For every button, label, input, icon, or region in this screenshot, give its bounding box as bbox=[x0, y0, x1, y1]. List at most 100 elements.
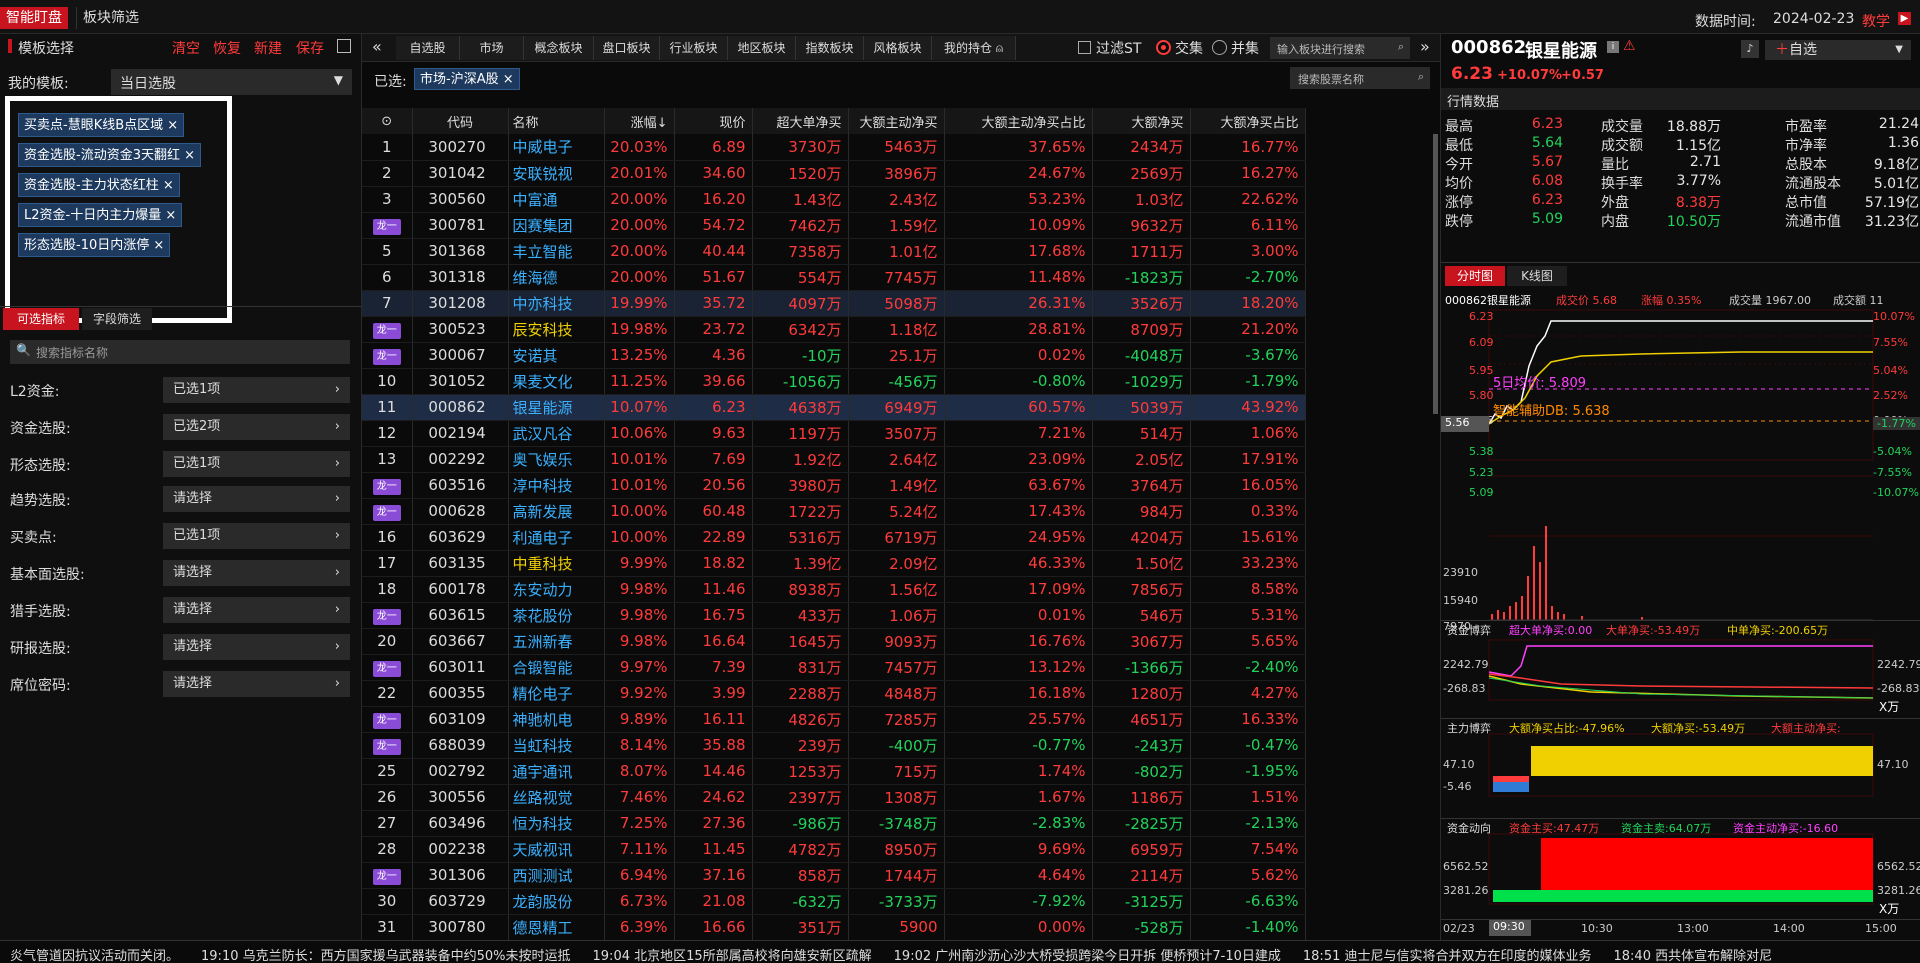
table-row[interactable]: 龙一 603109 神驰机电 9.89% 16.11 4826万 7285万 25.57% 46… bbox=[362, 706, 1306, 733]
filter-select[interactable]: 请选择 › bbox=[163, 486, 350, 512]
nav-handicap[interactable]: 盘口板块 bbox=[594, 36, 660, 60]
filter-research[interactable]: 研报选股: 请选择 › bbox=[0, 632, 362, 662]
share-icon[interactable] bbox=[337, 39, 351, 53]
nav-region[interactable]: 地区板块 bbox=[728, 36, 796, 60]
col-large-active-net-ratio[interactable]: 大额主动净买占比 bbox=[944, 108, 1093, 134]
table-row[interactable]: 3 300560 中富通 20.00% 16.20 1.43亿 2.43亿 53.23% 1.0… bbox=[362, 186, 1306, 213]
nav-market[interactable]: 市场 bbox=[460, 36, 524, 60]
filter-fundamental[interactable]: 基本面选股: 请选择 › bbox=[0, 558, 362, 588]
stock-search-input[interactable]: 搜索股票名称 ⌕ bbox=[1290, 67, 1430, 89]
table-row[interactable]: 13 002292 奥飞娱乐 10.01% 7.69 1.92亿 2.64亿 23.09% 2.… bbox=[362, 446, 1306, 473]
ticker-item[interactable]: 19:04 北京地区15所部属高校将向雄安新区疏解 bbox=[593, 949, 872, 963]
filter-select[interactable]: 已选2项 › bbox=[163, 414, 350, 440]
col-large-net-ratio[interactable]: 大额净买占比 bbox=[1190, 108, 1306, 134]
filter-buysell[interactable]: 买卖点: 已选1项 › bbox=[0, 521, 362, 551]
table-row[interactable]: 28 002238 天威视讯 7.11% 11.45 4782万 8950万 9.69% 695… bbox=[362, 836, 1306, 863]
bell-icon[interactable]: ♪ bbox=[1741, 40, 1759, 58]
filter-hunter[interactable]: 猎手选股: 请选择 › bbox=[0, 595, 362, 625]
restore-button[interactable]: 恢复 bbox=[213, 38, 241, 58]
filter-trend[interactable]: 趋势选股: 请选择 › bbox=[0, 484, 362, 514]
ticker-item[interactable]: 19:10 乌克兰防长：西方国家援乌武器装备中约50%未按时运抵 bbox=[201, 949, 571, 963]
chip-4[interactable]: L2资金-十日内主力爆量 × bbox=[18, 203, 183, 227]
table-row[interactable]: 12 002194 武汉凡谷 10.06% 9.63 1197万 3507万 7.21% 514… bbox=[362, 420, 1306, 447]
filter-pattern[interactable]: 形态选股: 已选1项 › bbox=[0, 449, 362, 479]
teach-icon[interactable]: ▶ bbox=[1898, 12, 1911, 25]
table-row[interactable]: 龙一 603011 合锻智能 9.97% 7.39 831万 7457万 13.12% -136… bbox=[362, 654, 1306, 681]
table-row[interactable]: 龙一 300067 安诺其 13.25% 4.36 -10万 25.1万 0.02% -4048… bbox=[362, 342, 1306, 369]
filter-select[interactable]: 已选1项 › bbox=[163, 451, 350, 477]
col-large-active-net[interactable]: 大额主动净买 bbox=[848, 108, 945, 134]
chip-1[interactable]: 买卖点-慧眼K线B点区域 × bbox=[18, 113, 185, 137]
table-row[interactable]: 1 300270 中威电子 20.03% 6.89 3730万 5463万 37.65% 243… bbox=[362, 134, 1306, 161]
teach-link[interactable]: 教学 bbox=[1862, 11, 1890, 31]
union-radio[interactable] bbox=[1212, 40, 1227, 55]
col-large-net[interactable]: 大额净买 bbox=[1092, 108, 1191, 134]
table-row[interactable]: 2 301042 安联锐视 20.01% 34.60 1520万 3896万 24.67% 25… bbox=[362, 160, 1306, 187]
selected-market-chip[interactable]: 市场-沪深A股 × bbox=[414, 68, 520, 90]
filter-select[interactable]: 已选1项 › bbox=[163, 377, 350, 403]
col-code[interactable]: 代码 bbox=[412, 108, 509, 134]
table-row[interactable]: 20 603667 五洲新春 9.98% 16.64 1645万 9093万 16.76% 30… bbox=[362, 628, 1306, 655]
table-row[interactable]: 26 300556 丝路视觉 7.46% 24.62 2397万 1308万 1.67% 118… bbox=[362, 784, 1306, 811]
table-row[interactable]: 17 603135 中重科技 9.99% 18.82 1.39亿 2.09亿 46.33% 1.… bbox=[362, 550, 1306, 577]
expand-right-icon[interactable]: » bbox=[1420, 37, 1430, 56]
filter-select[interactable]: 请选择 › bbox=[163, 634, 350, 660]
table-row[interactable]: 5 301368 丰立智能 20.00% 40.44 7358万 1.01亿 17.68% 17… bbox=[362, 238, 1306, 265]
filter-seat[interactable]: 席位密码: 请选择 › bbox=[0, 669, 362, 699]
filter-select[interactable]: 请选择 › bbox=[163, 671, 350, 697]
warning-icon[interactable]: ⚠ bbox=[1623, 38, 1636, 54]
table-row[interactable]: 龙一 000628 高新发展 10.00% 60.48 1722万 5.24亿 17.43% 9… bbox=[362, 498, 1306, 525]
filter-select[interactable]: 已选1项 › bbox=[163, 523, 350, 549]
nav-watchlist[interactable]: 自选股 bbox=[396, 36, 460, 60]
table-row[interactable]: 龙一 300781 因赛集团 20.00% 54.72 7462万 1.59亿 10.09% 9… bbox=[362, 212, 1306, 239]
my-template-select[interactable]: 当日选股 ▼ bbox=[111, 69, 352, 95]
filter-select[interactable]: 请选择 › bbox=[163, 560, 350, 586]
ticker-item[interactable]: 19:02 广州南沙沥心沙大桥受损跨梁今日开拆 便桥预计7-10日建成 bbox=[894, 949, 1281, 963]
new-button[interactable]: 新建 bbox=[254, 38, 282, 58]
table-row[interactable]: 30 603729 龙韵股份 6.73% 21.08 -632万 -3733万 -7.92% -… bbox=[362, 888, 1306, 915]
ticker-item[interactable]: 18:40 西共体宣布解除对尼 bbox=[1614, 949, 1773, 963]
nav-style[interactable]: 风格板块 bbox=[864, 36, 932, 60]
sector-search-input[interactable]: 输入板块进行搜索 ⌕ bbox=[1270, 37, 1410, 59]
table-row[interactable]: 龙一 688039 当虹科技 8.14% 35.88 239万 -400万 -0.77% -24… bbox=[362, 732, 1306, 759]
ticker-item[interactable]: 炎气管道因抗议活动而关闭。 bbox=[10, 949, 179, 963]
filter-st-checkbox[interactable] bbox=[1078, 41, 1091, 54]
table-row[interactable]: 11 000862 银星能源 10.07% 6.23 4638万 6949万 60.57% 50… bbox=[362, 394, 1306, 421]
col-change[interactable]: 涨幅↓ bbox=[604, 108, 675, 134]
intersect-radio[interactable] bbox=[1156, 40, 1171, 55]
info-icon[interactable]: i bbox=[1607, 41, 1619, 53]
save-button[interactable]: 保存 bbox=[296, 38, 324, 58]
tab-sector-filter[interactable]: 板块筛选 bbox=[76, 7, 145, 29]
chip-3[interactable]: 资金选股-主力状态红柱 × bbox=[18, 173, 180, 197]
filter-l2[interactable]: L2资金: 已选1项 › bbox=[0, 375, 362, 405]
table-row[interactable]: 龙一 603516 淳中科技 10.01% 20.56 3980万 1.49亿 63.67% 3… bbox=[362, 472, 1306, 499]
filter-select[interactable]: 请选择 › bbox=[163, 597, 350, 623]
table-row[interactable]: 27 603496 恒为科技 7.25% 27.36 -986万 -3748万 -2.83% -… bbox=[362, 810, 1306, 837]
table-row[interactable]: 25 002792 通宇通讯 8.07% 14.46 1253万 715万 1.74% -802… bbox=[362, 758, 1306, 785]
nav-concept[interactable]: 概念板块 bbox=[524, 36, 594, 60]
settings-col-header[interactable]: ⊙ bbox=[362, 108, 413, 134]
chip-2[interactable]: 资金选股-流动资金3天翻红 × bbox=[18, 143, 201, 167]
indicator-search-input[interactable]: 🔍 搜索指标名称 bbox=[10, 340, 350, 364]
table-row[interactable]: 31 300780 德恩精工 6.39% 16.66 351万 5900 0.00% -528万… bbox=[362, 914, 1306, 941]
nav-my-holdings[interactable]: 我的持仓 ⍝ bbox=[932, 36, 1016, 60]
table-row[interactable]: 10 301052 果麦文化 11.25% 39.66 -1056万 -456万 -0.80%… bbox=[362, 368, 1306, 395]
table-row[interactable]: 7 301208 中亦科技 19.99% 35.72 4097万 5098万 26.31% 35… bbox=[362, 290, 1306, 317]
col-name[interactable]: 名称 bbox=[508, 108, 605, 134]
table-row[interactable]: 龙一 300523 辰安科技 19.98% 23.72 6342万 1.18亿 28.81% 8… bbox=[362, 316, 1306, 343]
table-row[interactable]: 6 301318 维海德 20.00% 51.67 554万 7745万 11.48% -182… bbox=[362, 264, 1306, 291]
table-row[interactable]: 22 600355 精伦电子 9.92% 3.99 2288万 4848万 16.18% 128… bbox=[362, 680, 1306, 707]
col-price[interactable]: 现价 bbox=[674, 108, 753, 134]
nav-industry[interactable]: 行业板块 bbox=[660, 36, 728, 60]
table-row[interactable]: 龙一 301306 西测测试 6.94% 37.16 858万 1744万 4.64% 2114… bbox=[362, 862, 1306, 889]
chip-5[interactable]: 形态选股-10日内涨停 × bbox=[18, 233, 171, 257]
tab-field-filter[interactable]: 字段筛选 bbox=[82, 308, 152, 330]
collapse-left-icon[interactable]: « bbox=[372, 37, 382, 56]
nav-index[interactable]: 指数板块 bbox=[796, 36, 864, 60]
table-row[interactable]: 18 600178 东安动力 9.98% 11.46 8938万 1.56亿 17.09% 78… bbox=[362, 576, 1306, 603]
tab-smart-monitor[interactable]: 智能盯盘 bbox=[0, 7, 68, 29]
tab-optional-indicators[interactable]: 可选指标 bbox=[3, 308, 79, 330]
tab-kline[interactable]: K线图 bbox=[1507, 266, 1567, 286]
ticker-item[interactable]: 18:51 迪士尼与信实将合并双方在印度的媒体业务 bbox=[1303, 949, 1592, 963]
table-row[interactable]: 16 603629 利通电子 10.00% 22.89 5316万 6719万 24.95% 4… bbox=[362, 524, 1306, 551]
